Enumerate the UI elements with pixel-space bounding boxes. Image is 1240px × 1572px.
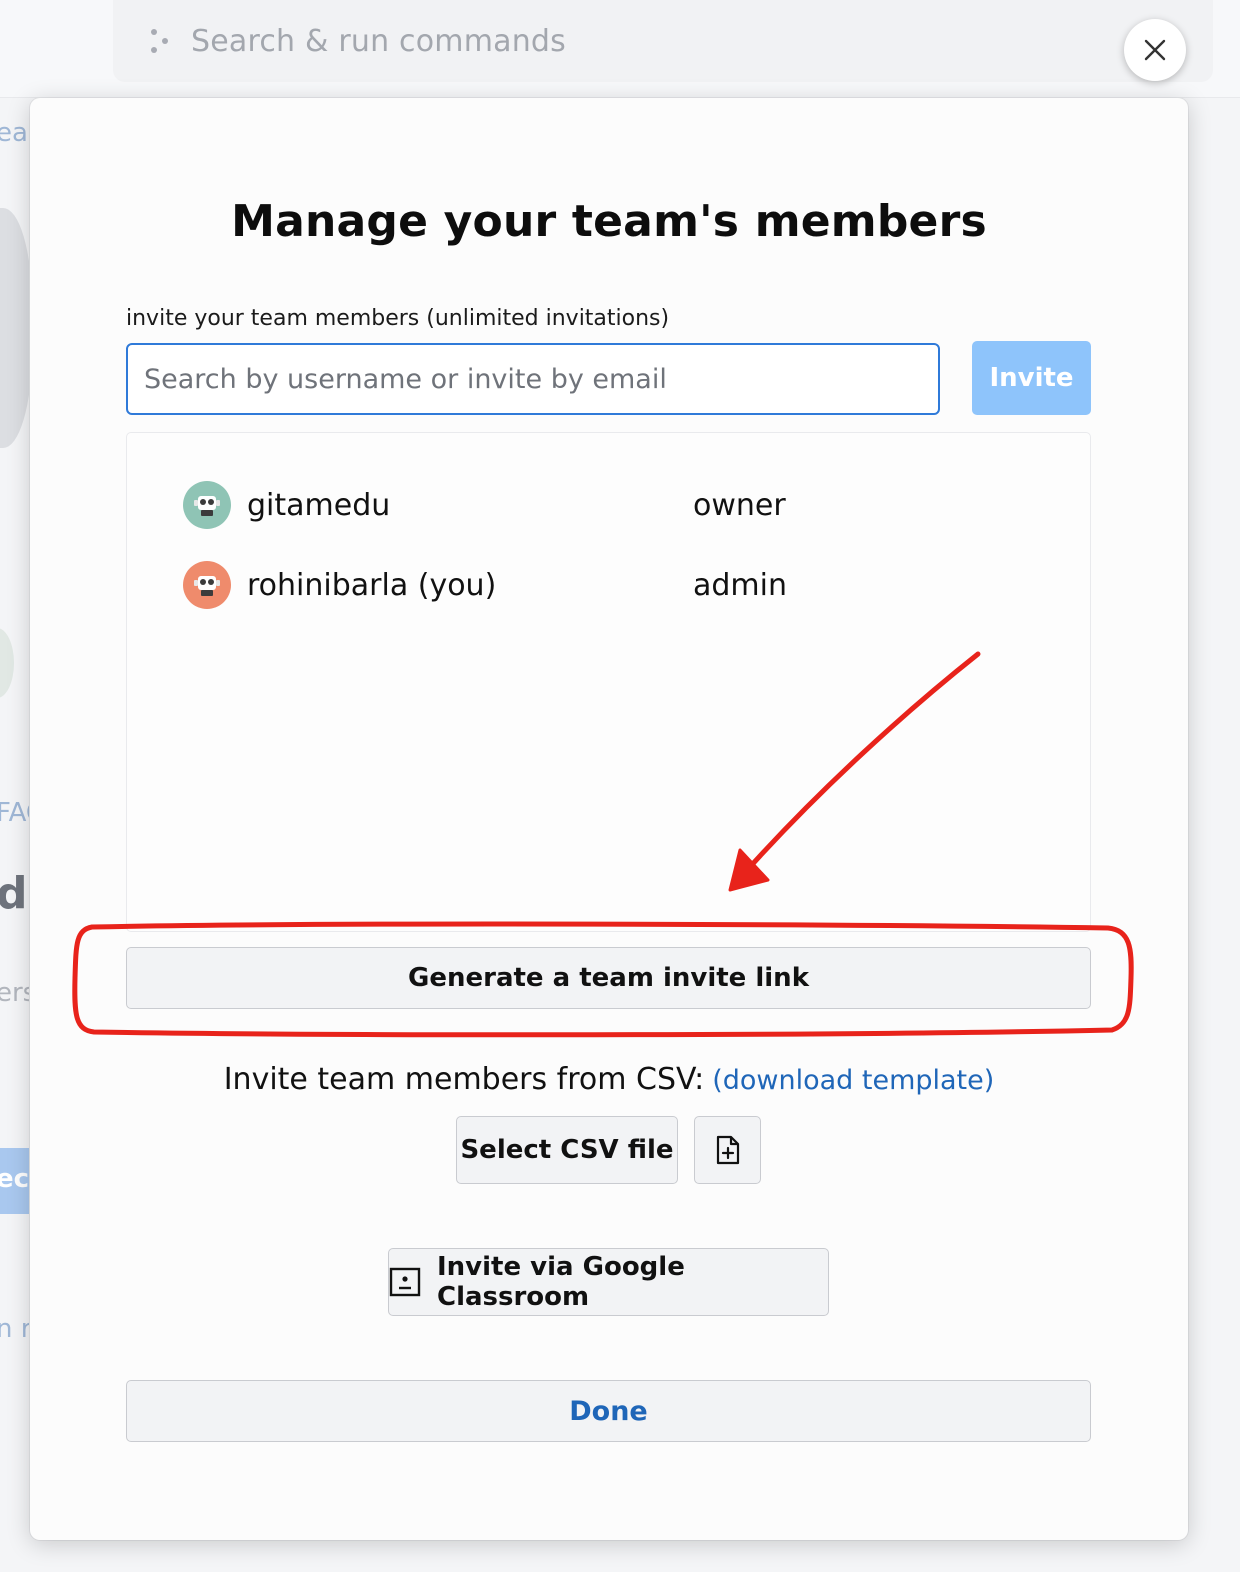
member-role: owner [693, 487, 786, 523]
classroom-icon [389, 1267, 421, 1297]
robot-avatar-icon [194, 496, 220, 516]
close-button[interactable] [1124, 19, 1186, 81]
background-circle [0, 628, 14, 698]
background-text: ea [0, 118, 28, 148]
google-classroom-label: Invite via Google Classroom [437, 1252, 685, 1312]
download-template-link[interactable]: (download template) [712, 1065, 994, 1096]
avatar [183, 561, 231, 609]
background-avatar [0, 208, 30, 448]
background-heading: d [0, 868, 28, 919]
new-csv-file-button[interactable] [694, 1116, 761, 1184]
avatar [183, 481, 231, 529]
select-csv-button[interactable]: Select CSV file [456, 1116, 678, 1184]
command-search-placeholder: Search & run commands [191, 23, 566, 59]
background-text: n r [0, 1314, 30, 1344]
member-role: admin [693, 567, 787, 603]
members-list: gitamedu owner rohinibarla (you) admin [126, 432, 1091, 932]
modal-title: Manage your team's members [231, 196, 987, 247]
csv-invite-text: Invite team members from CSV: [223, 1062, 705, 1097]
csv-invite-line: Invite team members from CSV: (download t… [30, 1062, 1188, 1097]
top-bar: Search & run commands [0, 0, 1240, 98]
invite-button[interactable]: Invite [972, 341, 1091, 415]
background-text: FAC [0, 798, 30, 828]
generate-invite-link-button[interactable]: Generate a team invite link [126, 947, 1091, 1009]
google-classroom-button[interactable]: Invite via Google Classroom [388, 1248, 829, 1316]
command-dots-icon [151, 25, 175, 57]
robot-avatar-icon [194, 576, 220, 596]
member-name: rohinibarla (you) [247, 567, 497, 603]
manage-members-modal: Manage your team's members invite your t… [30, 98, 1188, 1540]
invite-label: invite your team members (unlimited invi… [126, 306, 670, 331]
done-button[interactable]: Done [126, 1380, 1091, 1442]
background-button-label: ec [0, 1164, 30, 1194]
file-plus-icon [716, 1135, 739, 1165]
background-page: ea FAC d ers ec n r [0, 98, 30, 1572]
member-name: gitamedu [247, 487, 391, 523]
background-text: ers [0, 978, 30, 1008]
close-icon [1144, 39, 1166, 61]
member-row: rohinibarla (you) admin [183, 560, 1063, 610]
command-search-bar[interactable]: Search & run commands [113, 0, 1213, 82]
member-search-input[interactable] [126, 343, 940, 415]
member-row: gitamedu owner [183, 480, 1063, 530]
